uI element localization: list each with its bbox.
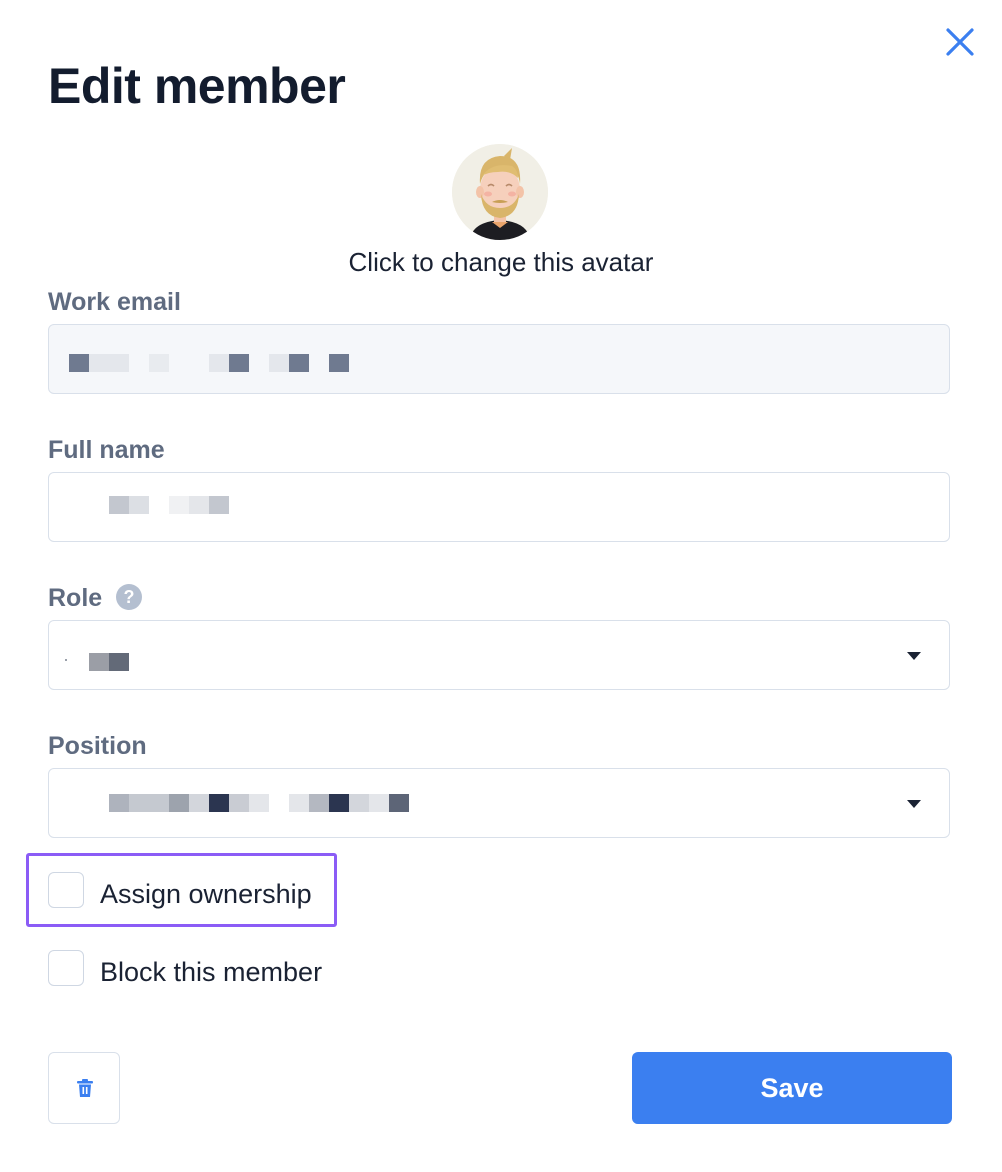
chevron-down-icon — [907, 652, 921, 660]
redacted-role-value — [49, 621, 949, 689]
redacted-email-value — [49, 325, 949, 393]
assign-ownership-checkbox[interactable] — [48, 872, 84, 908]
role-label: Role — [48, 584, 103, 612]
block-member-label[interactable]: Block this member — [100, 954, 322, 990]
full-name-input[interactable] — [48, 472, 950, 542]
question-circle-icon[interactable]: ? — [116, 584, 142, 610]
position-select[interactable] — [48, 768, 950, 838]
full-name-label: Full name — [48, 436, 165, 464]
redacted-position-value — [49, 769, 949, 837]
avatar[interactable] — [452, 144, 548, 240]
work-email-label: Work email — [48, 288, 181, 316]
work-email-field — [48, 324, 950, 394]
block-member-checkbox[interactable] — [48, 950, 84, 986]
position-label: Position — [48, 732, 147, 760]
redacted-name-value — [49, 473, 949, 541]
trash-icon — [77, 1079, 93, 1097]
assign-ownership-label[interactable]: Assign ownership — [100, 876, 312, 912]
save-button[interactable]: Save — [632, 1052, 952, 1124]
delete-member-button[interactable] — [48, 1052, 120, 1124]
page-title: Edit member — [48, 58, 346, 114]
close-icon[interactable] — [940, 22, 980, 62]
avatar-illustration — [452, 144, 548, 240]
edit-member-dialog: Edit member Click to change this avatar … — [0, 0, 1002, 1172]
role-select[interactable] — [48, 620, 950, 690]
chevron-down-icon — [907, 800, 921, 808]
avatar-caption: Click to change this avatar — [348, 247, 654, 277]
